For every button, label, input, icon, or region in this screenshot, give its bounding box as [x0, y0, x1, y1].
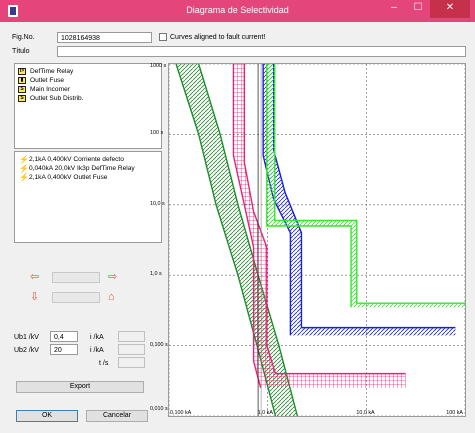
breaker-icon: S	[18, 95, 26, 102]
fault-event-label: 2,1kA 0,400kV Corriente defecto	[29, 156, 124, 163]
breaker-icon: S	[18, 86, 26, 93]
ub1-field[interactable]: 0,4	[50, 331, 78, 342]
arrow-left-icon[interactable]: ⇦	[30, 272, 39, 283]
lightning-icon: ⚡	[19, 155, 29, 164]
t-readout	[118, 357, 145, 368]
curves-aligned-checkbox[interactable]	[159, 33, 167, 41]
i-label-1: i /kA	[90, 334, 104, 341]
fault-event-item[interactable]: ⚡ 2,1kA 0,400kV Outlet Fuse	[15, 173, 161, 182]
cancel-button[interactable]: Cancelar	[86, 410, 148, 422]
ok-button[interactable]: OK	[16, 410, 78, 422]
lightning-icon: ⚡	[19, 164, 29, 173]
device-item[interactable]: S Main Incomer	[15, 85, 161, 94]
selectivity-chart[interactable]: 0,100 kA 1,0 kA 10,0 kA 100 kA 1000 s 100 s 10…	[150, 63, 466, 417]
chart-plot	[168, 63, 466, 417]
minimize-icon[interactable]: –	[382, 0, 406, 18]
export-button[interactable]: Export	[16, 381, 144, 393]
x-tick-label: 1,0 kA	[257, 410, 273, 416]
ub2-label: Ub2 /kV	[14, 347, 39, 354]
device-label: Outlet Sub Distrib.	[30, 95, 84, 102]
home-icon[interactable]: ⌂	[108, 292, 115, 303]
fuse-icon: ▮	[18, 77, 26, 84]
title-bar: Diagrama de Selectividad – ☐ ✕	[0, 0, 475, 22]
y-tick-label: 0,100 s	[150, 341, 168, 348]
device-item[interactable]: I> DefTime Relay	[15, 67, 161, 76]
x-tick-label: 100 kA	[446, 410, 463, 416]
device-label: DefTime Relay	[30, 68, 74, 75]
curve-edge	[274, 64, 465, 304]
arrow-down-icon[interactable]: ⇩	[30, 292, 39, 303]
def-time-relay-icon: I>	[18, 68, 26, 75]
y-tick-label: 10,0 s	[150, 200, 165, 207]
device-item[interactable]: S Outlet Sub Distrib.	[15, 94, 161, 103]
nav-display-top	[52, 272, 100, 283]
i-readout-2	[118, 344, 145, 355]
i-readout-1	[118, 331, 145, 342]
titulo-label: Título	[12, 48, 30, 55]
y-tick-label: 100 s	[150, 130, 164, 137]
arrow-right-icon[interactable]: ⇨	[108, 272, 117, 283]
y-tick-label: 1,0 s	[150, 271, 162, 278]
device-tree[interactable]: I> DefTime Relay ▮ Outlet Fuse S Main Incomer…	[14, 63, 162, 149]
fault-event-label: 2,1kA 0,400kV Outlet Fuse	[29, 174, 108, 181]
device-label: Main Incomer	[30, 86, 70, 93]
ub2-field[interactable]: 20	[50, 344, 78, 355]
figno-label: Fig.No.	[12, 34, 35, 41]
lightning-icon: ⚡	[19, 173, 29, 182]
ub1-label: Ub1 /kV	[14, 334, 39, 341]
maximize-icon[interactable]: ☐	[406, 0, 430, 18]
x-tick-label: 0,100 kA	[170, 410, 192, 416]
x-tick-label: 10,0 kA	[356, 410, 375, 416]
curves-aligned-label: Curves aligned to fault current!	[170, 34, 266, 41]
curve-band	[263, 64, 456, 336]
fault-event-list[interactable]: ⚡ 2,1kA 0,400kV Corriente defecto ⚡ 0,040kA…	[14, 151, 162, 243]
close-icon[interactable]: ✕	[430, 0, 470, 18]
i-label-2: i /kA	[90, 347, 104, 354]
t-label: t /s	[99, 360, 109, 367]
nav-display-bottom	[52, 292, 100, 303]
fault-event-item[interactable]: ⚡ 2,1kA 0,400kV Corriente defecto	[15, 155, 161, 164]
titulo-field[interactable]	[57, 46, 466, 57]
y-tick-label: 0,010 s	[150, 406, 168, 412]
curve-edge	[272, 64, 456, 329]
figno-field[interactable]: 1028164938	[57, 32, 152, 43]
y-tick-label: 1000 s	[150, 63, 167, 69]
fault-event-item[interactable]: ⚡ 0,040kA 20,0kV Ik3p DefTime Relay	[15, 164, 161, 173]
device-label: Outlet Fuse	[30, 77, 65, 84]
device-item[interactable]: ▮ Outlet Fuse	[15, 76, 161, 85]
fault-event-label: 0,040kA 20,0kV Ik3p DefTime Relay	[29, 165, 135, 172]
